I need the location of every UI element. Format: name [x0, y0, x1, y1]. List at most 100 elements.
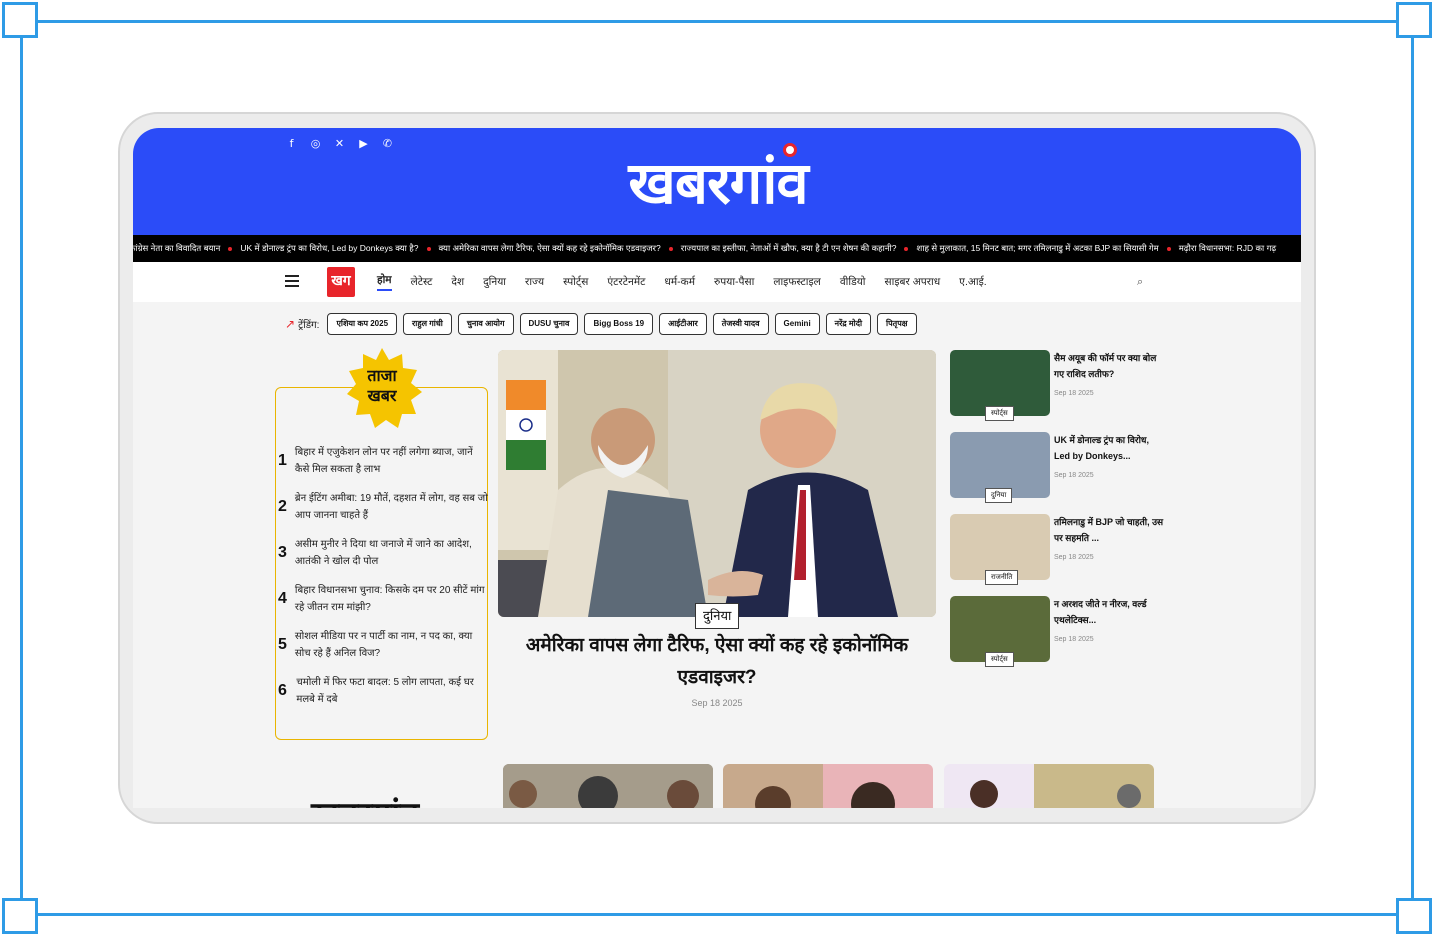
nav-item[interactable]: धर्म-कर्म [664, 275, 695, 289]
resize-handle-top-left[interactable] [2, 2, 38, 38]
trending-chip[interactable]: Bigg Boss 19 [584, 313, 654, 335]
footer-logo[interactable]: खबरगांव [311, 790, 419, 808]
side-article-title[interactable]: सैम अयूब की फॉर्म पर क्या बोल गए राशिद ल… [1054, 350, 1166, 382]
nav-item[interactable]: लेटेस्ट [411, 275, 433, 289]
trending-chip[interactable]: DUSU चुनाव [519, 313, 579, 335]
trending-label: ↗ ट्रेंडिंग: [285, 317, 319, 331]
taaza-khabar-item[interactable]: 4 बिहार विधानसभा चुनाव: किसके दम पर 20 सी… [278, 576, 488, 622]
nav-item[interactable]: देश [451, 275, 464, 289]
resize-handle-bottom-right[interactable] [1396, 898, 1432, 934]
nav-item[interactable]: रुपया-पैसा [714, 275, 754, 289]
x-icon[interactable]: ✕ [333, 138, 346, 150]
side-article-tag[interactable]: दुनिया [985, 488, 1013, 503]
taaza-khabar-item[interactable]: 2 ब्रेन ईटिंग अमीबा: 19 मौतें, दहशत में ल… [278, 484, 488, 530]
facebook-icon[interactable]: f [285, 138, 298, 150]
website-screen: f ◎ ✕ ▶ ✆ खबरगांव कांग्रेस नेता का विवाद… [133, 128, 1301, 808]
ticker-item-text[interactable]: UK में डोनाल्ड ट्रंप का विरोध, Led by Do… [240, 235, 418, 262]
side-article-title[interactable]: तमिलनाडु में BJP जो चाहती, उस पर सहमति .… [1054, 514, 1166, 546]
side-article[interactable]: दुनिया UK में डोनाल्ड ट्रंप का विरोध, Led… [950, 432, 1170, 514]
side-article-date: Sep 18 2025 [1054, 390, 1094, 397]
ticker-item-text[interactable]: राज्यपाल का इस्तीफा, नेताओं में खौफ, क्य… [681, 235, 897, 262]
hamburger-menu-icon[interactable] [285, 275, 299, 287]
ticker-item-text[interactable]: शाह से मुलाकात, 15 मिनट बात; मगर तमिलनाड… [916, 235, 1158, 262]
taaza-item-headline[interactable]: बिहार में एजुकेशन लोन पर नहीं लगेगा ब्या… [295, 444, 488, 478]
trending-chip[interactable]: नरेंद्र मोदी [825, 313, 872, 335]
bottom-article-image[interactable] [723, 764, 933, 808]
ticker-separator-dot [1166, 246, 1171, 251]
trending-label-text: ट्रेंडिंग: [298, 320, 320, 331]
taaza-item-headline[interactable]: ब्रेन ईटिंग अमीबा: 19 मौतें, दहशत में लो… [295, 490, 488, 524]
side-article-title[interactable]: न अरशद जीते न नीरज, वर्ल्ड एथलेटिक्स... [1054, 596, 1166, 628]
hero-image[interactable] [498, 350, 936, 617]
taaza-khabar-list: 1 बिहार में एजुकेशन लोन पर नहीं लगेगा ब्य… [278, 438, 488, 714]
ticker-item[interactable]: UK में डोनाल्ड ट्रंप का विरोध, Led by Do… [240, 235, 431, 262]
side-articles: स्पोर्ट्स सैम अयूब की फॉर्म पर क्या बोल ग… [950, 350, 1170, 678]
masthead: f ◎ ✕ ▶ ✆ खबरगांव [133, 128, 1301, 235]
ticker-item[interactable]: शाह से मुलाकात, 15 मिनट बात; मगर तमिलनाड… [916, 235, 1171, 262]
nav-item[interactable]: साइबर अपराध [885, 275, 941, 289]
trending-chip[interactable]: तेजस्वी यादव [712, 313, 769, 335]
bottom-article-image[interactable] [944, 764, 1154, 808]
site-logo[interactable]: खबरगांव [583, 150, 853, 220]
side-article-date: Sep 18 2025 [1054, 472, 1094, 479]
taaza-title-line2: खबर [367, 388, 397, 405]
side-article-tag[interactable]: स्पोर्ट्स [985, 652, 1014, 667]
taaza-khabar-item[interactable]: 5 सोशल मीडिया पर न पार्टी का नाम, न पद का… [278, 622, 488, 668]
side-article-tag[interactable]: स्पोर्ट्स [985, 406, 1014, 421]
nav-item[interactable]: राज्य [525, 275, 544, 289]
taaza-item-headline[interactable]: बिहार विधानसभा चुनाव: किसके दम पर 20 सीट… [295, 582, 488, 616]
side-article[interactable]: राजनीति तमिलनाडु में BJP जो चाहती, उस पर … [950, 514, 1170, 596]
nav-logo[interactable]: खग [327, 267, 355, 297]
trending-chip[interactable]: Gemini [774, 313, 820, 335]
logo-dot [783, 143, 797, 157]
trending-chip[interactable]: पितृपक्ष [877, 313, 917, 335]
nav-item[interactable]: ए.आई. [959, 275, 987, 289]
side-article[interactable]: स्पोर्ट्स सैम अयूब की फॉर्म पर क्या बोल ग… [950, 350, 1170, 432]
ticker-item[interactable]: मढ़ौरा विधानसभा: RJD का गढ़ [1179, 235, 1276, 262]
youtube-icon[interactable]: ▶ [357, 138, 370, 150]
ticker-item-text[interactable]: मढ़ौरा विधानसभा: RJD का गढ़ [1179, 235, 1276, 262]
side-article-tag[interactable]: राजनीति [985, 570, 1019, 585]
search-icon[interactable]: ⌕ [1137, 275, 1151, 289]
ticker-separator-dot [228, 246, 233, 251]
trending-chip[interactable]: एशिया कप 2025 [327, 313, 398, 335]
ticker-separator-dot [426, 246, 431, 251]
side-article[interactable]: स्पोर्ट्स न अरशद जीते न नीरज, वर्ल्ड एथले… [950, 596, 1170, 678]
whatsapp-icon[interactable]: ✆ [381, 138, 394, 150]
trending-chip[interactable]: राहुल गांधी [403, 313, 452, 335]
ticker-item-text[interactable]: कांग्रेस नेता का विवादित बयान [133, 235, 220, 262]
taaza-item-headline[interactable]: असीम मुनीर ने दिया था जनाजे में जाने का … [295, 536, 488, 570]
nav-items: होम लेटेस्ट देश दुनिया राज्य स्पोर्ट्स एंटरटेन… [377, 262, 987, 302]
taaza-item-number: 2 [278, 498, 287, 515]
taaza-item-number: 5 [278, 636, 287, 653]
resize-handle-bottom-left[interactable] [2, 898, 38, 934]
taaza-khabar-item[interactable]: 6 चमोली में फिर फटा बादल: 5 लोग लापता, कई… [278, 668, 488, 714]
nav-item[interactable]: लाइफस्टाइल [773, 275, 820, 289]
nav-item[interactable]: स्पोर्ट्स [563, 275, 588, 289]
side-article-date: Sep 18 2025 [1054, 636, 1094, 643]
taaza-item-headline[interactable]: चमोली में फिर फटा बादल: 5 लोग लापता, कई … [296, 674, 488, 708]
nav-item[interactable]: वीडियो [840, 275, 866, 289]
nav-item[interactable]: होम [377, 273, 392, 291]
ticker-item-text[interactable]: क्या अमेरिका वापस लेगा टैरिफ, ऐसा क्यों … [439, 235, 661, 262]
taaza-item-number: 1 [278, 452, 287, 469]
ticker-item[interactable]: कांग्रेस नेता का विवादित बयान [133, 235, 233, 262]
hero-category-tag[interactable]: दुनिया [695, 603, 740, 629]
taaza-item-headline[interactable]: सोशल मीडिया पर न पार्टी का नाम, न पद का,… [295, 628, 488, 662]
hero-headline[interactable]: अमेरिका वापस लेगा टैरिफ, ऐसा क्यों कह रह… [508, 630, 926, 694]
ticker-item[interactable]: क्या अमेरिका वापस लेगा टैरिफ, ऐसा क्यों … [439, 235, 673, 262]
resize-handle-top-right[interactable] [1396, 2, 1432, 38]
nav-item[interactable]: दुनिया [483, 275, 506, 289]
side-article-title[interactable]: UK में डोनाल्ड ट्रंप का विरोध, Led by Do… [1054, 432, 1166, 464]
bottom-article-image[interactable] [503, 764, 713, 808]
ticker-item[interactable]: राज्यपाल का इस्तीफा, नेताओं में खौफ, क्य… [681, 235, 909, 262]
trending-chip[interactable]: आईटीआर [659, 313, 707, 335]
side-article-date: Sep 18 2025 [1054, 554, 1094, 561]
main-nav: खग होम लेटेस्ट देश दुनिया राज्य स्पोर्ट्स एंटर… [133, 262, 1301, 302]
nav-item[interactable]: एंटरटेनमेंट [607, 275, 645, 289]
news-ticker: कांग्रेस नेता का विवादित बयान UK में डोना… [133, 235, 1301, 262]
instagram-icon[interactable]: ◎ [309, 138, 322, 150]
taaza-khabar-item[interactable]: 3 असीम मुनीर ने दिया था जनाजे में जाने का… [278, 530, 488, 576]
trending-chip[interactable]: चुनाव आयोग [457, 313, 514, 335]
taaza-khabar-item[interactable]: 1 बिहार में एजुकेशन लोन पर नहीं लगेगा ब्य… [278, 438, 488, 484]
